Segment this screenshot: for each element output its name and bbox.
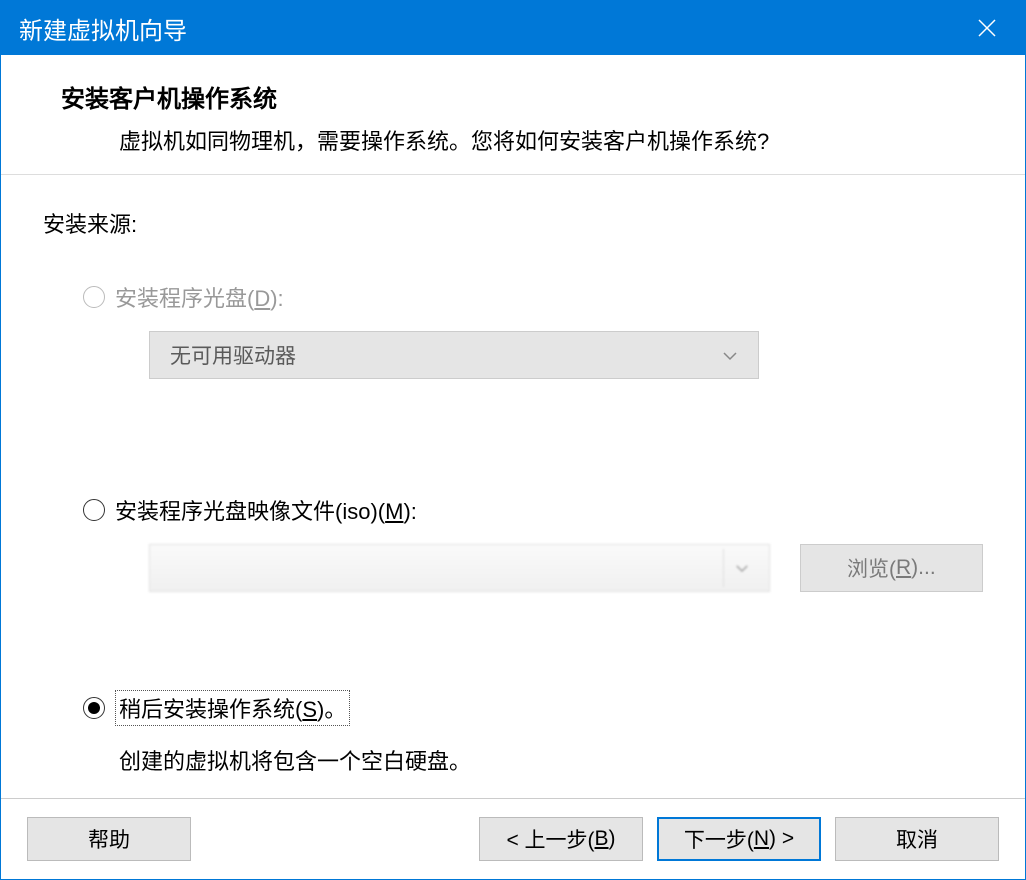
radio-option-later[interactable]: 稍后安装操作系统(S)。: [83, 690, 983, 726]
titlebar: 新建虚拟机向导: [1, 1, 1025, 55]
next-button[interactable]: 下一步(N) >: [657, 817, 821, 861]
help-button[interactable]: 帮助: [27, 817, 191, 861]
chevron-down-icon: [722, 343, 738, 367]
disc-drive-dropdown[interactable]: 无可用驱动器: [149, 331, 759, 379]
content-area: 安装来源: 安装程序光盘(D): 无可用驱动器 安装程序光盘映: [1, 174, 1025, 798]
wizard-header: 安装客户机操作系统 虚拟机如同物理机，需要操作系统。您将如何安装客户机操作系统?: [1, 55, 1025, 174]
radio-option-disc[interactable]: 安装程序光盘(D):: [83, 281, 983, 313]
radio-group: 安装程序光盘(D): 无可用驱动器 安装程序光盘映像文件(iso)(M):: [83, 281, 983, 776]
radio-label-disc: 安装程序光盘(D):: [115, 281, 284, 313]
iso-path-combobox[interactable]: [149, 544, 770, 592]
radio-icon: [83, 697, 105, 719]
cancel-button[interactable]: 取消: [835, 817, 999, 861]
chevron-down-icon: [723, 549, 761, 587]
browse-button[interactable]: 浏览(R)...: [800, 544, 983, 592]
later-hint-text: 创建的虚拟机将包含一个空白硬盘。: [119, 744, 983, 776]
radio-option-iso[interactable]: 安装程序光盘映像文件(iso)(M):: [83, 494, 983, 526]
page-subtitle: 虚拟机如同物理机，需要操作系统。您将如何安装客户机操作系统?: [119, 124, 965, 156]
dropdown-value: 无可用驱动器: [170, 340, 296, 370]
page-title: 安装客户机操作系统: [61, 79, 965, 114]
install-source-label: 安装来源:: [43, 207, 983, 239]
radio-label-iso: 安装程序光盘映像文件(iso)(M):: [115, 494, 417, 526]
iso-input-row: 浏览(R)...: [149, 544, 983, 592]
close-icon: [977, 18, 997, 38]
radio-label-later: 稍后安装操作系统(S)。: [115, 690, 350, 726]
radio-icon: [83, 286, 105, 308]
wizard-window: 新建虚拟机向导 安装客户机操作系统 虚拟机如同物理机，需要操作系统。您将如何安装…: [0, 0, 1026, 880]
radio-icon: [83, 499, 105, 521]
wizard-footer: 帮助 < 上一步(B) 下一步(N) > 取消: [1, 798, 1025, 879]
back-button[interactable]: < 上一步(B): [479, 817, 643, 861]
window-title: 新建虚拟机向导: [19, 11, 187, 46]
close-button[interactable]: [967, 8, 1007, 48]
